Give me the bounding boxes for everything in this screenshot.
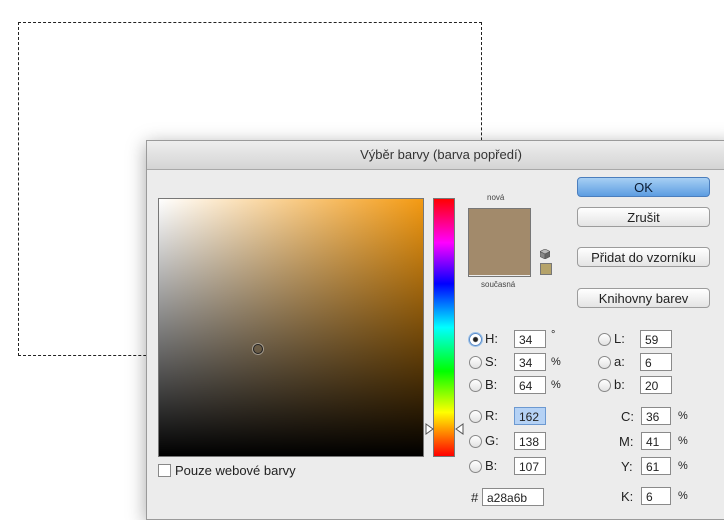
hex-input[interactable]: a28a6b <box>482 488 544 506</box>
input-k[interactable]: 6 <box>641 487 671 505</box>
label-c: C: <box>621 409 634 424</box>
label-y: Y: <box>621 459 633 474</box>
color-picker-dialog: Výběr barvy (barva popředí) nová současn… <box>146 140 724 520</box>
label-lab-b: b: <box>614 377 625 392</box>
hue-slider[interactable] <box>433 198 455 457</box>
label-b: B: <box>485 377 498 392</box>
hex-prefix: # <box>471 490 479 505</box>
input-g[interactable]: 138 <box>514 432 546 450</box>
label-g: G: <box>485 433 499 448</box>
unit-b: % <box>551 379 561 391</box>
input-a[interactable]: 6 <box>640 353 672 371</box>
color-preview <box>468 208 531 277</box>
label-rgb-b: B: <box>485 458 498 473</box>
new-color-label: nová <box>487 193 505 202</box>
radio-b[interactable] <box>469 379 482 392</box>
radio-rgb-b[interactable] <box>469 460 482 473</box>
label-h: H: <box>485 331 498 346</box>
radio-g[interactable] <box>469 435 482 448</box>
input-r[interactable]: 162 <box>514 407 546 425</box>
radio-lab-b[interactable] <box>598 379 611 392</box>
input-l[interactable]: 59 <box>640 330 672 348</box>
input-h[interactable]: 34 <box>514 330 546 348</box>
input-m[interactable]: 41 <box>641 432 671 450</box>
color-field[interactable] <box>158 198 424 457</box>
radio-l[interactable] <box>598 333 611 346</box>
label-k: K: <box>621 489 634 504</box>
label-r: R: <box>485 408 498 423</box>
color-picker-circle-icon[interactable] <box>253 344 263 354</box>
unit-k: % <box>678 490 688 502</box>
label-s: S: <box>485 354 498 369</box>
radio-s[interactable] <box>469 356 482 369</box>
cancel-button[interactable]: Zrušit <box>577 207 710 227</box>
label-a: a: <box>614 354 625 369</box>
unit-y: % <box>678 460 688 472</box>
color-libraries-button[interactable]: Knihovny barev <box>577 288 710 308</box>
current-color-swatch <box>469 242 530 275</box>
input-b[interactable]: 64 <box>514 376 546 394</box>
new-color-swatch <box>469 209 530 242</box>
radio-h[interactable] <box>469 333 482 346</box>
radio-r[interactable] <box>469 410 482 423</box>
input-rgb-b[interactable]: 107 <box>514 457 546 475</box>
label-l: L: <box>614 331 625 346</box>
add-to-swatches-button[interactable]: Přidat do vzorníku <box>577 247 710 267</box>
unit-s: % <box>551 356 561 368</box>
dialog-title[interactable]: Výběr barvy (barva popředí) <box>147 141 724 170</box>
unit-c: % <box>678 410 688 422</box>
current-color-label: současná <box>481 280 516 289</box>
radio-a[interactable] <box>598 356 611 369</box>
ok-button[interactable]: OK <box>577 177 710 197</box>
input-y[interactable]: 61 <box>641 457 671 475</box>
hue-slider-left-arrow-icon[interactable] <box>425 423 435 435</box>
web-only-label: Pouze webové barvy <box>175 463 296 478</box>
web-safe-swatch[interactable] <box>540 263 552 275</box>
input-c[interactable]: 36 <box>641 407 671 425</box>
cube-icon[interactable] <box>540 249 550 259</box>
unit-m: % <box>678 435 688 447</box>
web-only-checkbox[interactable] <box>158 464 171 477</box>
unit-h: ° <box>551 329 556 341</box>
input-lab-b[interactable]: 20 <box>640 376 672 394</box>
input-s[interactable]: 34 <box>514 353 546 371</box>
hue-slider-right-arrow-icon[interactable] <box>454 423 464 435</box>
label-m: M: <box>619 434 634 449</box>
